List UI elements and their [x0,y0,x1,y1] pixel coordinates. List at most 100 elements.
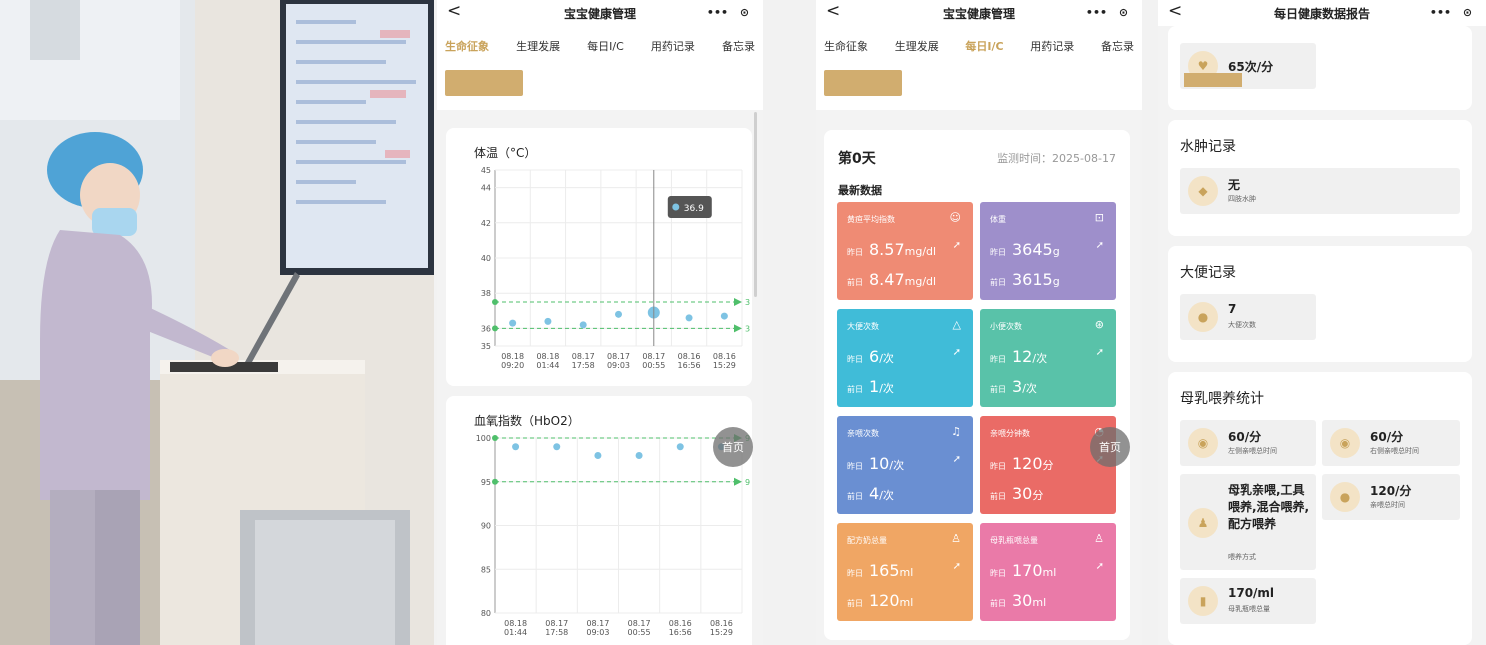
daybefore-row: 前日 120ml [847,591,913,610]
x-tick-date: 08.17 [628,619,651,628]
y-tick-label: 100 [476,434,491,443]
feeding-icon: ◉ [1330,428,1360,458]
left-feed-pill: ◉ 60/分 左侧亲喂总时间 [1180,420,1316,466]
metric-tile[interactable]: 配方奶总量 ♙ 昨日 165ml ➚ 前日 120ml [837,523,973,621]
x-tick-time: 16:56 [678,361,701,370]
close-target-icon[interactable]: ⊙ [740,6,749,19]
yesterday-unit: g [1052,245,1060,258]
yesterday-value: 6 [869,347,880,366]
metric-tile[interactable]: 体重 ⊡ 昨日 3645g ➚ 前日 3615g [980,202,1116,300]
data-point [635,452,643,459]
total-feed-pill: ● 120/分 亲喂总时间 [1322,474,1460,520]
metric-tile[interactable]: 母乳瓶喂总量 ♙ 昨日 170ml ➚ 前日 30ml [980,523,1116,621]
x-tick-date: 08.16 [713,352,736,361]
y-tick-label: 90 [481,522,491,531]
tab-development[interactable]: 生理发展 [895,38,939,54]
close-target-icon[interactable]: ⊙ [1463,6,1472,19]
yesterday-label: 昨日 [847,248,863,257]
yesterday-unit: /次 [1032,352,1048,365]
metric-tile[interactable]: 小便次数 ⊛ 昨日 12/次 ➚ 前日 3/次 [980,309,1116,407]
close-target-icon[interactable]: ⊙ [1119,6,1128,19]
reference-arrow [734,477,742,486]
tile-name: 体重 [990,215,1006,224]
bottle-volume-value: 170/ml [1228,586,1275,600]
tab-medication[interactable]: 用药记录 [1030,38,1074,54]
metric-tile[interactable]: 黄疸平均指数 ☺ 昨日 8.57mg/dl ➚ 前日 8.47mg/dl [837,202,973,300]
date-filter-button[interactable] [445,70,523,96]
stool-card: 大便记录 ● 7 大便次数 [1168,246,1472,362]
daybefore-label: 前日 [847,278,863,287]
metric-tile[interactable]: 亲喂次数 ♫ 昨日 10/次 ➚ 前日 4/次 [837,416,973,514]
trend-arrow-icon: ➚ [952,561,961,572]
tab-daily-ic[interactable]: 每日I/C [965,38,1003,54]
date-filter-button[interactable] [824,70,902,96]
bottle-icon: ♟ [1188,508,1218,538]
stool-sub: 大便次数 [1228,321,1256,329]
more-icon[interactable]: ••• [707,6,728,19]
x-tick-date: 08.17 [607,352,630,361]
home-button[interactable]: 首页 [1090,427,1130,467]
monitor-time: 监测时间：2025-08-17 [997,152,1116,165]
x-tick-time: 09:20 [501,361,524,370]
y-tick-label: 40 [481,254,491,263]
stool-pill: ● 7 大便次数 [1180,294,1316,340]
yesterday-unit: 分 [1042,459,1054,472]
edema-sub: 四肢水肿 [1228,195,1256,203]
tab-vital-signs[interactable]: 生命征象 [824,38,868,54]
scrollbar[interactable] [754,112,757,297]
feeding-method-value: 母乳亲喂,工具喂养,混合喂养,配方喂养 [1228,483,1310,531]
x-tick-time: 15:29 [710,628,733,637]
tab-medication[interactable]: 用药记录 [651,38,695,54]
nav-bar: < 宝宝健康管理 ••• ⊙ [437,0,763,26]
reference-dot [492,478,498,485]
daybefore-value: 8.47 [869,270,905,289]
daybefore-row: 前日 1/次 [847,377,894,396]
yesterday-unit: ml [899,566,914,579]
x-tick-time: 01:44 [536,361,559,370]
yesterday-row: 昨日 120分 [990,454,1054,473]
data-point [579,321,587,329]
home-button[interactable]: 首页 [713,427,753,467]
yesterday-unit: mg/dl [904,245,937,258]
left-feed-sub: 左侧亲喂总时间 [1228,447,1277,455]
edema-card: 水肿记录 ◆ 无 四肢水肿 [1168,120,1472,236]
reference-dot [492,435,498,441]
data-point [509,319,517,327]
mini-program-capsule: ••• ⊙ [1424,2,1478,22]
temperature-card: 体温（°C） 45 44 42 40 38 36 35 3 3 08.18 09:20 08.18 01… [446,128,752,386]
tab-memo[interactable]: 备忘录 [722,38,755,54]
daybefore-label: 前日 [847,385,863,394]
daybefore-row: 前日 3/次 [990,377,1037,396]
more-icon[interactable]: ••• [1086,6,1107,19]
tile-icon: ♙ [1094,532,1104,545]
bottle-volume-sub: 母乳瓶喂总量 [1228,605,1270,613]
trend-arrow-icon: ➚ [952,347,961,358]
yesterday-row: 昨日 165ml [847,561,913,580]
daybefore-label: 前日 [990,385,1006,394]
tab-vital-signs[interactable]: 生命征象 [445,38,489,54]
y-tick-label: 45 [481,166,491,175]
yesterday-value: 12 [1012,347,1033,366]
yesterday-label: 昨日 [990,248,1006,257]
daybefore-unit: /次 [879,382,894,395]
tab-daily-ic[interactable]: 每日I/C [587,38,624,54]
tab-memo[interactable]: 备忘录 [1101,38,1134,54]
daybefore-value: 30 [1012,484,1033,503]
metric-tile[interactable]: 亲喂分钟数◔昨日120分➚前日30分 [980,416,1116,514]
photo-illustration [0,0,434,645]
card-title: 母乳喂养统计 [1180,391,1264,407]
diamond-icon: ◆ [1188,176,1218,206]
daybefore-row: 前日 30ml [990,591,1046,610]
more-icon[interactable]: ••• [1430,6,1451,19]
daybefore-label: 前日 [847,599,863,608]
x-tick-date: 08.18 [501,352,524,361]
mini-program-capsule: ••• ⊙ [1080,2,1134,22]
reference-end-label: 9 [745,478,750,487]
daybefore-value: 3615 [1012,270,1053,289]
daybefore-value: 1 [869,377,880,396]
heart-rate-card: ♥ 65次/分 [1168,26,1472,110]
metric-tile[interactable]: 大便次数 △ 昨日 6/次 ➚ 前日 1/次 [837,309,973,407]
tab-development[interactable]: 生理发展 [516,38,560,54]
x-tick-time: 17:58 [572,361,595,370]
data-point [676,443,684,451]
